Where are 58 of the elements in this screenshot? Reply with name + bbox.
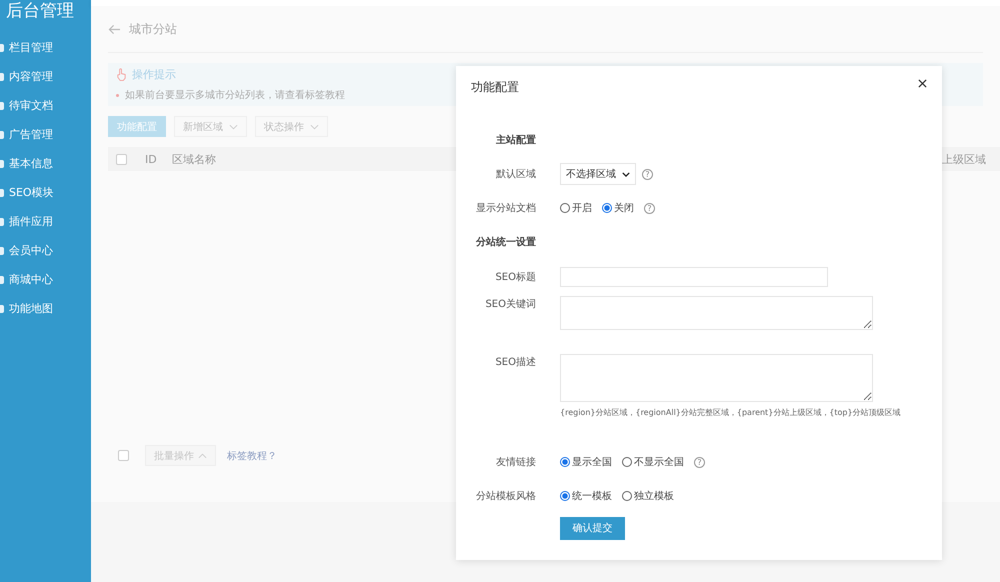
- caret-icon: [310, 124, 319, 130]
- radio-button[interactable]: [560, 203, 570, 213]
- dropdown-button[interactable]: 新增区域: [174, 116, 247, 137]
- help-icon[interactable]: ?: [644, 202, 655, 214]
- sidebar-item[interactable]: 商城中心: [0, 265, 91, 294]
- checkbox[interactable]: [118, 450, 129, 461]
- pointing-hand-icon: [116, 68, 127, 81]
- region-select[interactable]: 不选择区域: [560, 163, 636, 185]
- help-icon[interactable]: ?: [642, 168, 653, 180]
- field-label: 默认区域: [495, 168, 536, 181]
- sidebar-item[interactable]: SEO模块: [0, 178, 91, 207]
- title-input[interactable]: [560, 266, 828, 286]
- close-icon[interactable]: [918, 79, 927, 88]
- column-header: 上级区域: [942, 152, 986, 166]
- dropdown-button[interactable]: 状态操作: [255, 116, 328, 137]
- field-label: 分站模板风格: [475, 490, 536, 503]
- sidebar-item[interactable]: 广告管理: [0, 120, 91, 149]
- radio-label: 独立模板: [634, 490, 674, 503]
- radio-button[interactable]: [560, 457, 570, 467]
- section-heading: 分站统一设置: [474, 236, 536, 249]
- field-label: 显示分站文档: [475, 202, 536, 215]
- tips-title: 操作提示: [132, 67, 176, 82]
- field-label: SEO描述: [494, 356, 536, 369]
- sidebar-item[interactable]: 插件应用: [0, 207, 91, 236]
- radio-label: 显示全国: [572, 456, 612, 469]
- radio-label: 统一模板: [572, 490, 612, 503]
- sidebar-item[interactable]: 会员中心: [0, 236, 91, 265]
- section-heading: 主站配置: [495, 133, 536, 147]
- page-title: 城市分站: [129, 20, 177, 38]
- logo-text: 后台管理: [5, 0, 75, 22]
- field-label: 友情链接: [495, 456, 536, 469]
- sidebar-item[interactable]: 待审文档: [0, 91, 91, 120]
- field-label: SEO关键词: [484, 298, 536, 311]
- column-header: ID: [145, 152, 158, 166]
- tip-text: 如果前台要显示多城市分站列表，请查看标签教程: [125, 88, 345, 102]
- radio-label: 开启: [572, 202, 592, 215]
- radio-button[interactable]: [602, 203, 612, 213]
- help-icon[interactable]: ?: [694, 456, 705, 468]
- checkbox[interactable]: [116, 154, 127, 164]
- sidebar-item[interactable]: 栏目管理: [0, 33, 91, 62]
- dialog-title: 功能配置: [471, 79, 519, 94]
- caret-icon: [198, 452, 207, 458]
- bullet-icon: [116, 94, 119, 96]
- tutorial-link[interactable]: 标签教程？: [227, 448, 277, 462]
- caret-icon: [229, 124, 238, 130]
- sidebar-item[interactable]: 基本信息: [0, 149, 91, 178]
- radio-label: 关闭: [614, 202, 634, 215]
- hint-text: {region}分站区域，{regionAll}分站完整区域，{parent}分站上级区域，{top}分站顶级区域: [560, 407, 901, 418]
- column-header: 区域名称: [172, 152, 216, 166]
- radio-label: 不显示全国: [634, 456, 684, 469]
- radio-button[interactable]: [622, 457, 632, 467]
- radio-button[interactable]: [560, 491, 570, 501]
- chevron-icon: [622, 172, 630, 176]
- radio-button[interactable]: [622, 491, 632, 501]
- submit-button[interactable]: 确认提交: [560, 516, 625, 540]
- sidebar-item[interactable]: 功能地图: [0, 294, 91, 323]
- field-label: SEO标题: [494, 270, 536, 284]
- sidebar-item[interactable]: 内容管理: [0, 62, 91, 91]
